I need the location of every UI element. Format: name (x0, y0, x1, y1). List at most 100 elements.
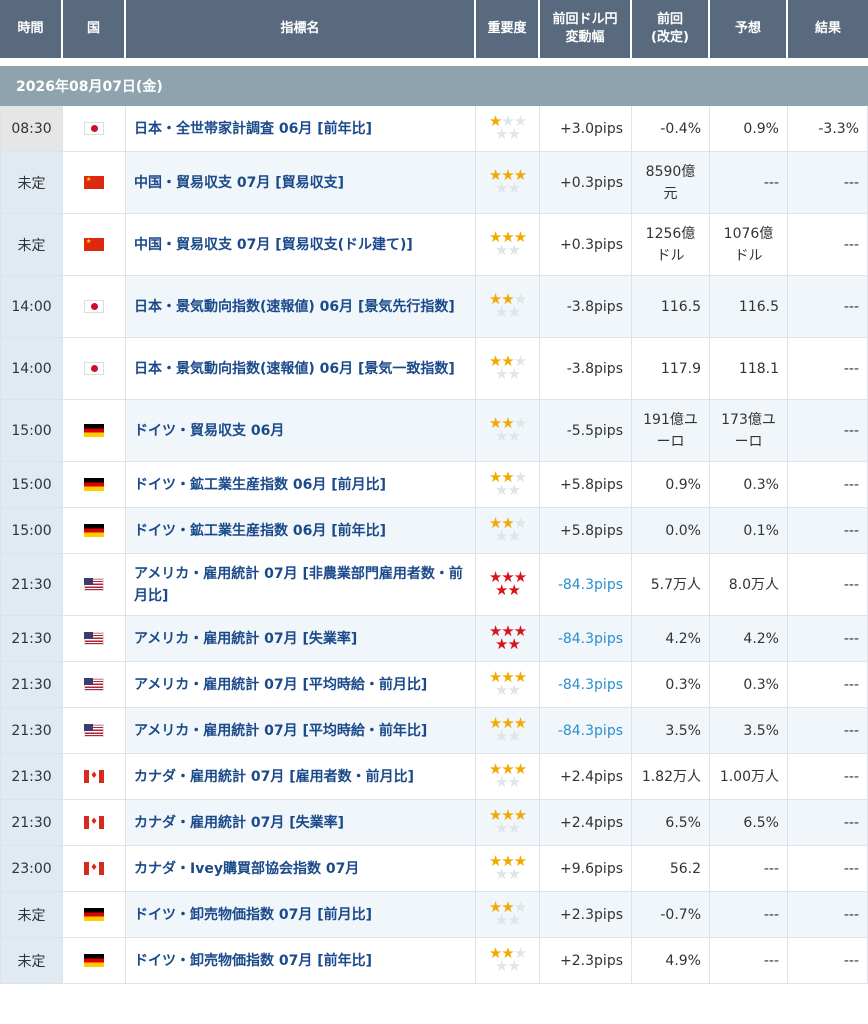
result-cell: --- (788, 800, 868, 846)
result-cell: --- (788, 662, 868, 708)
header-result: 結果 (788, 0, 868, 58)
indicator-link[interactable]: 日本・景気動向指数(速報値) 06月 [景気一致指数] (126, 338, 476, 400)
time-cell: 21:30 (0, 662, 63, 708)
time-cell: 14:00 (0, 338, 63, 400)
header-prev-line2: (改定) (651, 30, 689, 45)
pips-change-cell: +2.4pips (540, 754, 632, 800)
indicator-link[interactable]: アメリカ・雇用統計 07月 [平均時給・前月比] (126, 662, 476, 708)
indicator-link[interactable]: アメリカ・雇用統計 07月 [非農業部門雇用者数・前月比] (126, 554, 476, 616)
indicator-link[interactable]: ドイツ・卸売物価指数 07月 [前月比] (126, 892, 476, 938)
indicator-link[interactable]: ドイツ・鉱工業生産指数 06月 [前月比] (126, 462, 476, 508)
importance-stars: ★★★ ★★ (484, 669, 532, 697)
importance-cell: ★★★ ★★ (476, 106, 540, 152)
pips-change-cell: -84.3pips (540, 708, 632, 754)
spacer-cell (0, 58, 868, 66)
country-cell (63, 662, 126, 708)
indicator-link[interactable]: 日本・景気動向指数(速報値) 06月 [景気先行指数] (126, 276, 476, 338)
importance-cell: ★★★ ★★ (476, 754, 540, 800)
indicator-link[interactable]: カナダ・Ivey購買部協会指数 07月 (126, 846, 476, 892)
previous-cell: 4.9% (632, 938, 710, 984)
country-cell (63, 554, 126, 616)
table-row: 08:30 日本・全世帯家計調査 06月 [前年比] ★★★ ★★ +3.0pips -0… (0, 106, 868, 152)
previous-cell: 0.3% (632, 662, 710, 708)
table-row: 21:30 アメリカ・雇用統計 07月 [非農業部門雇用者数・前月比] ★★★ ★★ -… (0, 554, 868, 616)
forecast-cell: 1.00万人 (710, 754, 788, 800)
time-cell: 21:30 (0, 754, 63, 800)
indicator-link[interactable]: ドイツ・卸売物価指数 07月 [前年比] (126, 938, 476, 984)
importance-stars: ★★★ ★★ (484, 899, 532, 927)
importance-cell: ★★★ ★★ (476, 152, 540, 214)
indicator-link[interactable]: 中国・貿易収支 07月 [貿易収支(ドル建て)] (126, 214, 476, 276)
time-cell: 21:30 (0, 554, 63, 616)
table-row: 未定 ドイツ・卸売物価指数 07月 [前月比] ★★★ ★★ +2.3pips -0.7%… (0, 892, 868, 938)
forecast-cell: --- (710, 846, 788, 892)
previous-cell: 0.0% (632, 508, 710, 554)
time-cell: 15:00 (0, 400, 63, 462)
importance-stars: ★★★ ★★ (484, 945, 532, 975)
time-cell: 未定 (0, 214, 63, 276)
star-empty-icon: ★ (507, 526, 521, 545)
forecast-value: 0.3% (743, 676, 779, 693)
result-cell: --- (788, 708, 868, 754)
indicator-link[interactable]: アメリカ・雇用統計 07月 [失業率] (126, 616, 476, 662)
forecast-cell: 0.3% (710, 662, 788, 708)
forecast-value: 118.1 (738, 360, 779, 377)
pips-change-cell: -3.8pips (540, 276, 632, 338)
country-cell (63, 462, 126, 508)
forecast-cell: 0.9% (710, 106, 788, 152)
header-country: 国 (63, 0, 126, 58)
importance-cell: ★★★ ★★ (476, 800, 540, 846)
star-empty-icon: ★ (507, 178, 521, 197)
previous-cell: -0.7% (632, 892, 710, 938)
importance-stars: ★★★ ★★ (484, 761, 532, 789)
country-cell (63, 400, 126, 462)
star-empty-icon: ★ (507, 302, 521, 321)
result-cell: --- (788, 754, 868, 800)
previous-cell: 0.9% (632, 462, 710, 508)
pips-change-cell: +2.3pips (540, 938, 632, 984)
result-cell: --- (788, 508, 868, 554)
previous-cell: 56.2 (632, 846, 710, 892)
previous-cell: 5.7万人 (632, 554, 710, 616)
previous-cell: 3.5% (632, 708, 710, 754)
country-cell (63, 892, 126, 938)
country-cell (63, 338, 126, 400)
indicator-link[interactable]: ドイツ・鉱工業生産指数 06月 [前年比] (126, 508, 476, 554)
country-cell (63, 754, 126, 800)
importance-cell: ★★★ ★★ (476, 616, 540, 662)
previous-value-cont: 元 (663, 185, 678, 202)
importance-stars: ★★★ ★★ (484, 623, 532, 651)
previous-cell: -0.4% (632, 106, 710, 152)
indicator-link[interactable]: カナダ・雇用統計 07月 [雇用者数・前月比] (126, 754, 476, 800)
country-cell (63, 616, 126, 662)
previous-value: 1.82万人 (641, 768, 701, 785)
importance-cell: ★★★ ★★ (476, 708, 540, 754)
star-empty-icon: ★ (507, 956, 521, 975)
germany-flag-icon (84, 524, 104, 537)
country-cell (63, 276, 126, 338)
result-cell: -3.3% (788, 106, 868, 152)
country-cell (63, 800, 126, 846)
germany-flag-icon (84, 424, 104, 437)
forecast-cell: 0.3% (710, 462, 788, 508)
indicator-link[interactable]: カナダ・雇用統計 07月 [失業率] (126, 800, 476, 846)
previous-value: 1256億 (645, 225, 696, 242)
star-empty-icon: ★ (507, 124, 521, 143)
forecast-value: --- (763, 952, 779, 969)
indicator-link[interactable]: 日本・全世帯家計調査 06月 [前年比] (126, 106, 476, 152)
pips-change-cell: +9.6pips (540, 846, 632, 892)
indicator-link[interactable]: 中国・貿易収支 07月 [貿易収支] (126, 152, 476, 214)
indicator-link[interactable]: アメリカ・雇用統計 07月 [平均時給・前年比] (126, 708, 476, 754)
pips-change-cell: +0.3pips (540, 214, 632, 276)
time-cell: 15:00 (0, 462, 63, 508)
star-empty-icon: ★ (507, 240, 521, 259)
previous-value: 0.3% (665, 676, 701, 693)
forecast-cell: 3.5% (710, 708, 788, 754)
forecast-value: 0.9% (743, 120, 779, 137)
star-empty-icon: ★ (507, 480, 521, 499)
importance-cell: ★★★ ★★ (476, 214, 540, 276)
star-empty-icon: ★ (495, 240, 508, 259)
indicator-link[interactable]: ドイツ・貿易収支 06月 (126, 400, 476, 462)
germany-flag-icon (84, 954, 104, 967)
pips-change-cell: -3.8pips (540, 338, 632, 400)
